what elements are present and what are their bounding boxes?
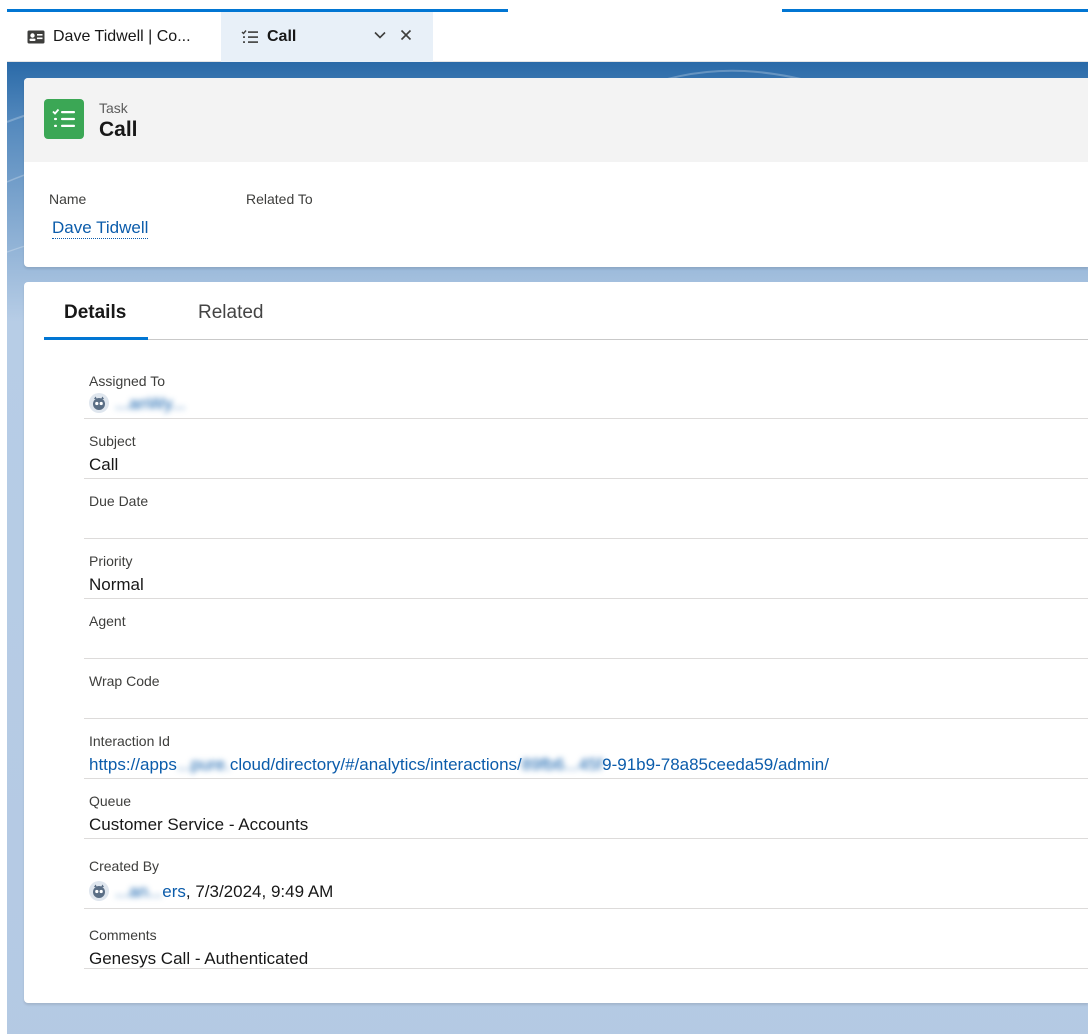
workspace-tab-call[interactable]: Call [221,12,433,62]
left-edge [0,62,7,1034]
assigned-user-link[interactable]: ...anWy... [115,394,185,413]
field-label: Queue [89,793,132,809]
close-icon[interactable] [399,28,413,47]
related-to-label: Related To [246,191,313,207]
tab-details[interactable]: Details [64,302,126,324]
field-label: Priority [89,553,133,569]
field-value: Genesys Call - Authenticated [89,949,309,968]
created-by-user-link[interactable]: ers [162,882,186,901]
field-priority: Priority Normal [84,539,1088,599]
task-icon [44,99,84,139]
field-wrap-code: Wrap Code [84,659,1088,719]
name-label: Name [49,191,87,207]
field-subject: Subject Call [84,419,1088,479]
page-title: Call [99,118,138,141]
interaction-id-link[interactable]: https://apps...pure.cloud/directory/#/an… [89,755,829,775]
record-object-type: Task [99,100,128,116]
url-redacted: 89fb6...45f [521,755,603,774]
field-label: Wrap Code [89,673,160,689]
field-value: Customer Service - Accounts [89,815,309,834]
chevron-down-icon[interactable] [373,28,387,47]
field-interaction-id: Interaction Id https://apps...pure.cloud… [84,719,1088,779]
record-header: Task Call [24,78,1088,162]
workspace-tab-contact[interactable]: Dave Tidwell | Co... [7,12,221,62]
detail-tabs: Details Related [44,282,1088,340]
field-label: Subject [89,433,136,449]
field-label: Created By [89,858,160,874]
field-assigned-to: Assigned To ...anWy... [84,359,1088,419]
contact-card-icon [27,30,45,44]
field-label: Due Date [89,493,149,509]
created-timestamp: , 7/3/2024, 9:49 AM [185,882,334,901]
field-value: ...anWy... [89,393,185,418]
avatar [89,881,109,906]
field-value: Call [89,455,119,474]
record-highlights-card: Task Call Name Related To Dave Tidwell [24,78,1088,267]
field-due-date: Due Date [84,479,1088,539]
task-list-icon [241,29,259,45]
active-tab-indicator [44,337,148,340]
field-label: Comments [89,927,157,943]
tab-related[interactable]: Related [198,302,264,324]
workspace-tab-bar: Dave Tidwell | Co... Call [7,12,1088,62]
record-detail-card: Details Related Assigned To ...anWy... S… [24,282,1088,1003]
field-value: ...an...ers, 7/3/2024, 9:49 AM [89,881,333,906]
field-value: Normal [89,575,144,594]
field-queue: Queue Customer Service - Accounts [84,779,1088,839]
field-created-by: Created By ...an...ers, 7/3/2024, 9:49 A… [84,839,1088,909]
workspace-tab-label: Dave Tidwell | Co... [53,28,191,45]
created-by-user-redacted[interactable]: ...an... [115,882,162,901]
url-part: 9-91b9-78a85ceeda59/admin/ [602,755,829,774]
url-part: cloud/directory/#/analytics/interactions… [229,755,522,774]
field-agent: Agent [84,599,1088,659]
workspace-tab-label: Call [267,28,297,45]
field-label: Interaction Id [89,733,170,749]
field-label: Agent [89,613,126,629]
field-comments: Comments Genesys Call - Authenticated [84,909,1088,969]
url-part: https://apps [89,755,177,774]
field-label: Assigned To [89,373,166,389]
url-redacted: ...pure. [176,755,230,774]
avatar [89,393,109,418]
name-link[interactable]: Dave Tidwell [52,218,149,239]
